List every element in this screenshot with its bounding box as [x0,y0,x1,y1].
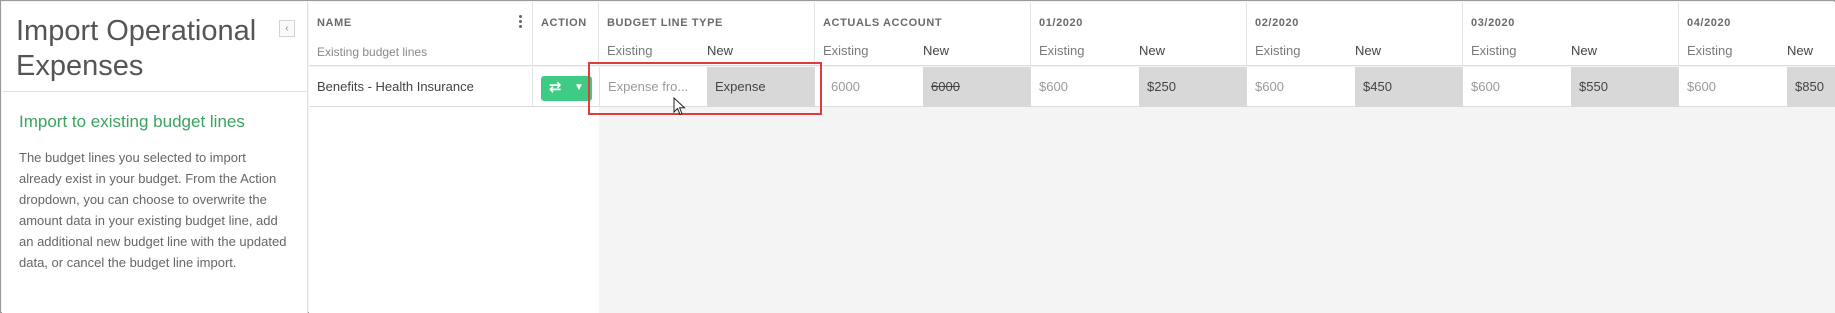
action-dropdown-button[interactable]: ⇄ ▼ [541,76,592,101]
month-04-existing: $600 [1687,79,1716,94]
collapse-panel-button[interactable]: ‹ [279,20,295,37]
subheader-new: New [1355,43,1382,58]
row-name: Benefits - Health Insurance [309,67,533,107]
subheader-existing: Existing [1687,43,1733,58]
month-02-existing: $600 [1255,79,1284,94]
actuals-account-new-value: 6000 [931,79,960,94]
table-row[interactable]: Benefits - Health Insurance ⇄ ▼ Expense … [309,67,1835,107]
column-title-name: NAME [317,17,352,29]
month-04-new[interactable]: $850 [1787,67,1835,107]
actuals-account-existing: 6000 [831,79,860,94]
column-header-01-2020: 01/2020 Existing New [1031,2,1247,66]
column-header-budget-line-type: BUDGET LINE TYPE Existing New [599,2,815,66]
subheader-existing: Existing [1039,43,1085,58]
column-title-03-2020: 03/2020 [1471,17,1515,29]
column-header-03-2020: 03/2020 Existing New [1463,2,1679,66]
subheader-existing: Existing [607,43,653,58]
month-01-new[interactable]: $250 [1139,67,1247,107]
month-01-existing: $600 [1039,79,1068,94]
mouse-cursor-icon [673,97,686,116]
column-title-actuals-account: ACTUALS ACCOUNT [823,17,943,29]
column-header-02-2020: 02/2020 Existing New [1247,2,1463,66]
swap-arrows-icon: ⇄ [549,79,562,96]
budget-line-type-new[interactable]: Expense [707,67,815,107]
panel-title: Import Operational Expenses [16,15,257,82]
grid-header: NAME Existing budget lines ACTION BUDGET… [309,2,1835,66]
actuals-account-new[interactable]: 6000 [923,67,1031,107]
subheader-new: New [1571,43,1598,58]
column-title-action: ACTION [541,17,587,29]
section-description: The budget lines you selected to import … [19,150,287,270]
panel-divider [2,91,308,92]
column-title-01-2020: 01/2020 [1039,17,1083,29]
column-header-action: ACTION [533,2,599,66]
column-header-04-2020: 04/2020 Existing New [1679,2,1835,66]
column-header-actuals-account: ACTUALS ACCOUNT Existing New [815,2,1031,66]
column-header-name: NAME Existing budget lines [309,2,533,66]
subheader-existing: Existing [1471,43,1517,58]
subheader-new: New [923,43,950,58]
subheader-new: New [1787,43,1814,58]
import-side-panel: Import Operational Expenses ‹ Import to … [2,2,308,313]
month-03-existing: $600 [1471,79,1500,94]
grid-body-fill [309,107,599,313]
column-title-02-2020: 02/2020 [1255,17,1299,29]
budget-line-type-existing: Expense fro... [599,67,707,107]
column-subtitle-name: Existing budget lines [317,45,428,59]
subheader-new: New [1139,43,1166,58]
month-02-new[interactable]: $450 [1355,67,1463,107]
column-title-04-2020: 04/2020 [1687,17,1731,29]
subheader-new: New [707,43,734,58]
month-03-new[interactable]: $550 [1571,67,1679,107]
section-heading: Import to existing budget lines [19,112,245,131]
subheader-existing: Existing [823,43,869,58]
budget-lines-grid: NAME Existing budget lines ACTION BUDGET… [309,2,1835,313]
app-frame: Import Operational Expenses ‹ Import to … [0,0,1835,313]
column-title-budget-line-type: BUDGET LINE TYPE [607,17,723,29]
chevron-down-icon: ▼ [574,82,584,93]
subheader-existing: Existing [1255,43,1301,58]
column-menu-icon[interactable] [519,15,523,31]
